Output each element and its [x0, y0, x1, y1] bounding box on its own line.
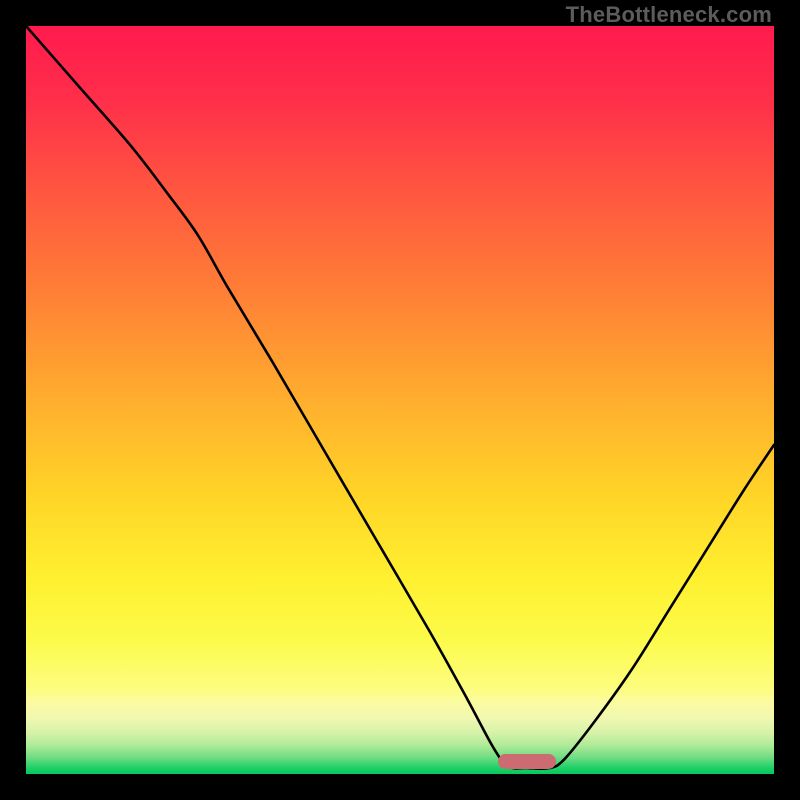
bottleneck-curve: [26, 26, 774, 774]
plot-area: [26, 26, 774, 774]
optimal-range-marker: [498, 754, 556, 769]
watermark-text: TheBottleneck.com: [566, 2, 772, 28]
chart-frame: TheBottleneck.com: [0, 0, 800, 800]
